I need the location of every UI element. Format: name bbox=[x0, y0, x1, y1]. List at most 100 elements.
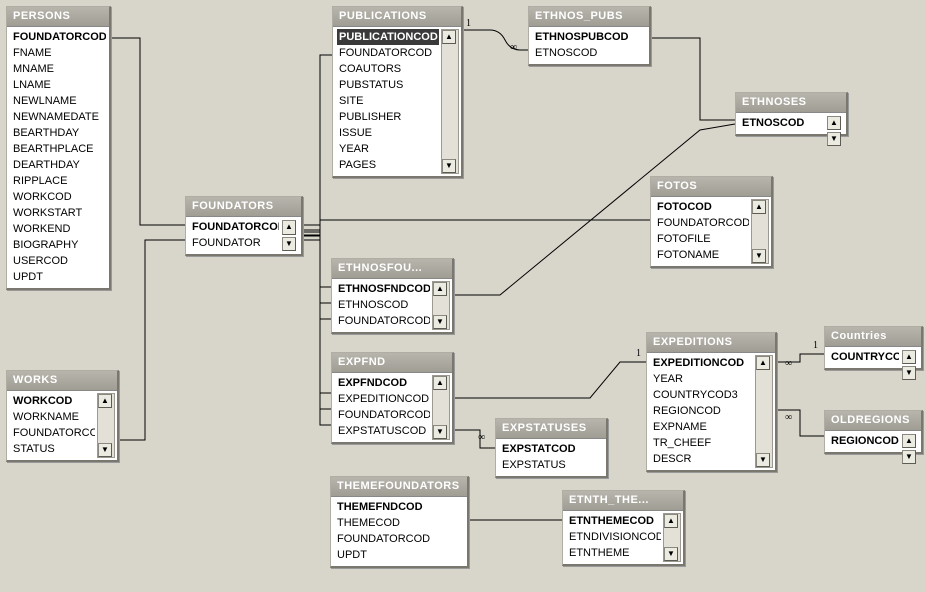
field[interactable]: DEARTHDAY bbox=[11, 157, 106, 173]
scroll-down-icon[interactable]: ▼ bbox=[752, 249, 766, 263]
field-pk[interactable]: FOUNDATORCOD bbox=[190, 219, 279, 235]
table-works[interactable]: WORKS WORKCOD WORKNAME FOUNDATORCOD STAT… bbox=[6, 370, 119, 462]
table-ethnosfou[interactable]: ETHNOSFOU... ETHNOSFNDCOD ETHNOSCOD FOUN… bbox=[331, 258, 454, 334]
scrollbar[interactable]: ▲ ▼ bbox=[902, 434, 918, 449]
scroll-down-icon[interactable]: ▼ bbox=[827, 132, 841, 146]
field[interactable]: EXPSTATUSCOD bbox=[336, 423, 430, 439]
field[interactable]: COUNTRYCOD3 bbox=[651, 387, 753, 403]
field[interactable]: REGIONCOD bbox=[651, 403, 753, 419]
table-ethnoses[interactable]: ETHNOSES ETNOSCOD ▲ ▼ bbox=[735, 92, 848, 136]
table-fotos[interactable]: FOTOS FOTOCOD FOUNDATORCOD FOTOFILE FOTO… bbox=[650, 176, 773, 268]
field[interactable]: NEWLNAME bbox=[11, 93, 106, 109]
scroll-up-icon[interactable]: ▲ bbox=[752, 200, 766, 214]
field[interactable]: ETNTHEME bbox=[567, 545, 661, 561]
field-pk[interactable]: REGIONCOD bbox=[829, 433, 899, 449]
scroll-down-icon[interactable]: ▼ bbox=[902, 366, 916, 380]
scroll-down-icon[interactable]: ▼ bbox=[433, 315, 447, 329]
field[interactable]: FOUNDATORCOD bbox=[655, 215, 749, 231]
scroll-up-icon[interactable]: ▲ bbox=[902, 434, 916, 448]
scrollbar[interactable]: ▲ ▼ bbox=[755, 355, 773, 468]
field-pk[interactable]: EXPFNDCOD bbox=[336, 375, 430, 391]
field-pk[interactable]: PUBLICATIONCOD bbox=[337, 29, 439, 45]
field[interactable]: PUBLISHER bbox=[337, 109, 439, 125]
field-pk[interactable]: ETNOSCOD bbox=[740, 115, 824, 131]
scroll-up-icon[interactable]: ▲ bbox=[827, 116, 841, 130]
field[interactable]: LNAME bbox=[11, 77, 106, 93]
table-foundators[interactable]: FOUNDATORS FOUNDATORCOD FOUNDATOR ▲ ▼ bbox=[185, 196, 303, 256]
field[interactable]: COAUTORS bbox=[337, 61, 439, 77]
field[interactable]: ETNOSCOD bbox=[533, 45, 646, 61]
field[interactable]: EXPSTATUS bbox=[500, 457, 603, 473]
field[interactable]: BIOGRAPHY bbox=[11, 237, 106, 253]
scroll-up-icon[interactable]: ▲ bbox=[442, 30, 456, 44]
field[interactable]: TR_CHEEF bbox=[651, 435, 753, 451]
scroll-up-icon[interactable]: ▲ bbox=[664, 514, 678, 528]
table-expeditions[interactable]: EXPEDITIONS EXPEDITIONCOD YEAR COUNTRYCO… bbox=[646, 332, 777, 472]
scroll-up-icon[interactable]: ▲ bbox=[433, 376, 447, 390]
scrollbar[interactable]: ▲ ▼ bbox=[902, 350, 918, 365]
field[interactable]: EXPNAME bbox=[651, 419, 753, 435]
scrollbar[interactable]: ▲ ▼ bbox=[432, 281, 450, 330]
field[interactable]: FOUNDATORCOD bbox=[336, 407, 430, 423]
field[interactable]: FOUNDATORCOD bbox=[335, 531, 464, 547]
scroll-up-icon[interactable]: ▲ bbox=[98, 394, 112, 408]
field[interactable]: ETNDIVISIONCOD bbox=[567, 529, 661, 545]
field-pk[interactable]: ETHNOSPUBCOD bbox=[533, 29, 646, 45]
field[interactable]: USERCOD bbox=[11, 253, 106, 269]
field[interactable]: DESCR bbox=[651, 451, 753, 467]
scrollbar[interactable]: ▲ ▼ bbox=[827, 116, 843, 131]
field[interactable]: STATUS bbox=[11, 441, 95, 457]
table-ethnos-pubs[interactable]: ETHNOS_PUBS ETHNOSPUBCOD ETNOSCOD bbox=[528, 6, 651, 66]
field-pk[interactable]: FOTOCOD bbox=[655, 199, 749, 215]
scroll-down-icon[interactable]: ▼ bbox=[756, 453, 770, 467]
field[interactable]: FOTONAME bbox=[655, 247, 749, 263]
field[interactable]: WORKNAME bbox=[11, 409, 95, 425]
field-pk[interactable]: ETNTHEMECOD bbox=[567, 513, 661, 529]
table-countries[interactable]: Countries COUNTRYCOD3 ▲ ▼ bbox=[824, 326, 923, 370]
table-etnth-the[interactable]: ETNTH_THE... ETNTHEMECOD ETNDIVISIONCOD … bbox=[562, 490, 685, 566]
field[interactable]: WORKSTART bbox=[11, 205, 106, 221]
field-pk[interactable]: ETHNOSFNDCOD bbox=[336, 281, 430, 297]
scroll-up-icon[interactable]: ▲ bbox=[433, 282, 447, 296]
field[interactable]: PUBSTATUS bbox=[337, 77, 439, 93]
field[interactable]: WORKEND bbox=[11, 221, 106, 237]
field[interactable]: MNAME bbox=[11, 61, 106, 77]
field[interactable]: FOUNDATOR bbox=[190, 235, 279, 251]
field-pk[interactable]: EXPEDITIONCOD bbox=[651, 355, 753, 371]
scroll-down-icon[interactable]: ▼ bbox=[902, 450, 916, 464]
scroll-up-icon[interactable]: ▲ bbox=[756, 356, 770, 370]
scroll-down-icon[interactable]: ▼ bbox=[282, 237, 296, 252]
scrollbar[interactable]: ▲ ▼ bbox=[432, 375, 450, 440]
field[interactable]: YEAR bbox=[337, 141, 439, 157]
field[interactable]: THEMECOD bbox=[335, 515, 464, 531]
field-pk[interactable]: FOUNDATORCOD bbox=[11, 29, 106, 45]
scrollbar[interactable]: ▲ ▼ bbox=[282, 220, 298, 251]
field[interactable]: UPDT bbox=[335, 547, 464, 563]
field[interactable]: BEARTHPLACE bbox=[11, 141, 106, 157]
table-persons[interactable]: PERSONS FOUNDATORCOD FNAME MNAME LNAME N… bbox=[6, 6, 111, 290]
scroll-down-icon[interactable]: ▼ bbox=[664, 547, 678, 561]
field-pk[interactable]: THEMEFNDCOD bbox=[335, 499, 464, 515]
scrollbar[interactable]: ▲ ▼ bbox=[441, 29, 459, 174]
scrollbar[interactable]: ▲ ▼ bbox=[97, 393, 115, 458]
field[interactable]: BEARTHDAY bbox=[11, 125, 106, 141]
field-pk[interactable]: EXPSTATCOD bbox=[500, 441, 603, 457]
field[interactable]: FOUNDATORCOD bbox=[337, 45, 439, 61]
scrollbar[interactable]: ▲ ▼ bbox=[751, 199, 769, 264]
table-themefoundators[interactable]: THEMEFOUNDATORS THEMEFNDCOD THEMECOD FOU… bbox=[330, 476, 469, 568]
scroll-up-icon[interactable]: ▲ bbox=[282, 220, 296, 235]
field[interactable]: FNAME bbox=[11, 45, 106, 61]
field[interactable]: PAGES bbox=[337, 157, 439, 173]
field[interactable]: NEWNAMEDATE bbox=[11, 109, 106, 125]
table-expstatuses[interactable]: EXPSTATUSES EXPSTATCOD EXPSTATUS bbox=[495, 418, 608, 478]
scroll-down-icon[interactable]: ▼ bbox=[433, 425, 447, 439]
field[interactable]: RIPPLACE bbox=[11, 173, 106, 189]
table-expfnd[interactable]: EXPFND EXPFNDCOD EXPEDITIONCOD FOUNDATOR… bbox=[331, 352, 454, 444]
field[interactable]: ISSUE bbox=[337, 125, 439, 141]
field[interactable]: FOTOFILE bbox=[655, 231, 749, 247]
field[interactable]: SITE bbox=[337, 93, 439, 109]
field[interactable]: WORKCOD bbox=[11, 189, 106, 205]
scroll-down-icon[interactable]: ▼ bbox=[442, 159, 456, 173]
scroll-down-icon[interactable]: ▼ bbox=[98, 443, 112, 457]
field[interactable]: UPDT bbox=[11, 269, 106, 285]
